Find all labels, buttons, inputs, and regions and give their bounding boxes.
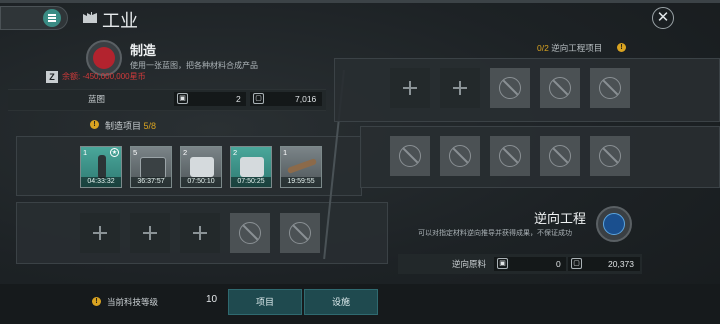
locked-slot xyxy=(590,136,630,176)
blueprint-label: 蓝图 xyxy=(88,94,106,104)
manufacture-slot-3[interactable]: 2 07:50:10 xyxy=(180,146,222,188)
material-icon: ▣ xyxy=(497,258,508,269)
blueprint-icon: ▣ xyxy=(177,93,188,104)
tech-level-label: 当前科技等级 xyxy=(107,297,159,307)
manufacture-slot-4[interactable]: 2 07:50:25 xyxy=(230,146,272,188)
locked-slot xyxy=(590,68,630,108)
slot-count: 5 xyxy=(133,148,138,157)
locked-icon xyxy=(449,145,471,167)
locked-icon xyxy=(549,77,571,99)
blueprint-count: 2 xyxy=(236,94,241,104)
item-image xyxy=(190,157,214,177)
add-slot-button[interactable] xyxy=(390,68,430,108)
balance: 余额: -450,000,000星币 xyxy=(62,71,146,82)
locked-icon xyxy=(599,77,621,99)
material-stock-icon: ▢ xyxy=(571,258,582,269)
hamburger-icon xyxy=(43,9,61,27)
locked-icon xyxy=(599,145,621,167)
slot-timer: 04:33:32 xyxy=(81,177,121,187)
add-slot-button[interactable] xyxy=(80,213,120,253)
locked-slot xyxy=(230,213,270,253)
reverse-material-count: 0 xyxy=(556,259,561,269)
slot-timer: 07:50:10 xyxy=(181,177,221,187)
reverse-material-total: 20,373 xyxy=(608,259,634,269)
manufacture-slot-2[interactable]: 5 36:37:57 xyxy=(130,146,172,188)
reverse-items-label: 逆向工程项目 xyxy=(551,43,603,53)
balance-value: -450,000,000星币 xyxy=(82,72,146,81)
locked-slot xyxy=(440,136,480,176)
manufacture-items-count: 5/8 xyxy=(143,121,157,131)
add-slot-button[interactable] xyxy=(440,68,480,108)
info-icon[interactable]: ! xyxy=(617,43,626,52)
slot-count: 2 xyxy=(183,148,188,157)
star-icon: ★ xyxy=(110,148,119,157)
slot-count: 1 xyxy=(283,148,288,157)
locked-icon xyxy=(499,145,521,167)
item-image xyxy=(286,158,318,174)
close-button[interactable]: ✕ xyxy=(652,7,674,29)
add-slot-button[interactable] xyxy=(180,213,220,253)
add-slot-button[interactable] xyxy=(130,213,170,253)
slot-timer: 19:59:55 xyxy=(281,177,321,187)
menu-button[interactable] xyxy=(0,6,68,30)
manufacture-title: 制造 xyxy=(130,43,157,58)
reverse-items-heading: 0/2 逆向工程项目 xyxy=(537,42,602,54)
info-icon[interactable]: ! xyxy=(92,297,101,306)
locked-icon xyxy=(239,222,261,244)
page-title: 工业 xyxy=(102,11,138,31)
locked-slot xyxy=(490,68,530,108)
manufacture-description: 使用一张蓝图，把各种材料合成产品 xyxy=(130,61,258,70)
microscope-icon xyxy=(596,206,632,242)
locked-icon xyxy=(399,145,421,167)
locked-slot xyxy=(390,136,430,176)
facilities-button[interactable]: 设施 xyxy=(304,289,378,315)
info-icon[interactable]: ! xyxy=(90,120,99,129)
item-image xyxy=(140,157,166,179)
manufacture-slot-5[interactable]: 1 19:59:55 xyxy=(280,146,322,188)
slot-timer: 36:37:57 xyxy=(131,177,171,187)
slot-count: 1 xyxy=(83,148,88,157)
blueprint-total: 7,016 xyxy=(295,94,317,104)
reverse-items-count: 0/2 xyxy=(537,43,549,53)
locked-slot xyxy=(280,213,320,253)
locked-icon xyxy=(499,77,521,99)
reverse-description: 可以对指定材料逆向推导并获得成果，不保证成功 xyxy=(418,230,572,237)
factory-icon xyxy=(83,12,97,23)
currency-badge: Z xyxy=(46,71,58,83)
projects-button[interactable]: 项目 xyxy=(228,289,302,315)
locked-icon xyxy=(289,222,311,244)
slot-count: 2 xyxy=(233,148,238,157)
manufacture-items-label: 制造项目 xyxy=(105,121,142,131)
manufacture-slot-1[interactable]: 1 ★ 04:33:32 xyxy=(80,146,122,188)
blueprint-stock-icon: ▢ xyxy=(253,93,264,104)
item-image xyxy=(98,155,106,179)
tech-level-value: 10 xyxy=(206,294,218,305)
reverse-material-label: 逆向原料 xyxy=(452,259,487,269)
slot-timer: 07:50:25 xyxy=(231,177,271,187)
locked-slot xyxy=(490,136,530,176)
locked-icon xyxy=(549,145,571,167)
locked-slot xyxy=(540,136,580,176)
manufacture-items-heading: 制造项目 5/8 xyxy=(105,119,156,132)
locked-slot xyxy=(540,68,580,108)
item-image xyxy=(240,157,264,177)
top-border xyxy=(0,0,720,3)
reverse-title: 逆向工程 xyxy=(534,211,587,226)
balance-label: 余额: xyxy=(62,72,81,81)
